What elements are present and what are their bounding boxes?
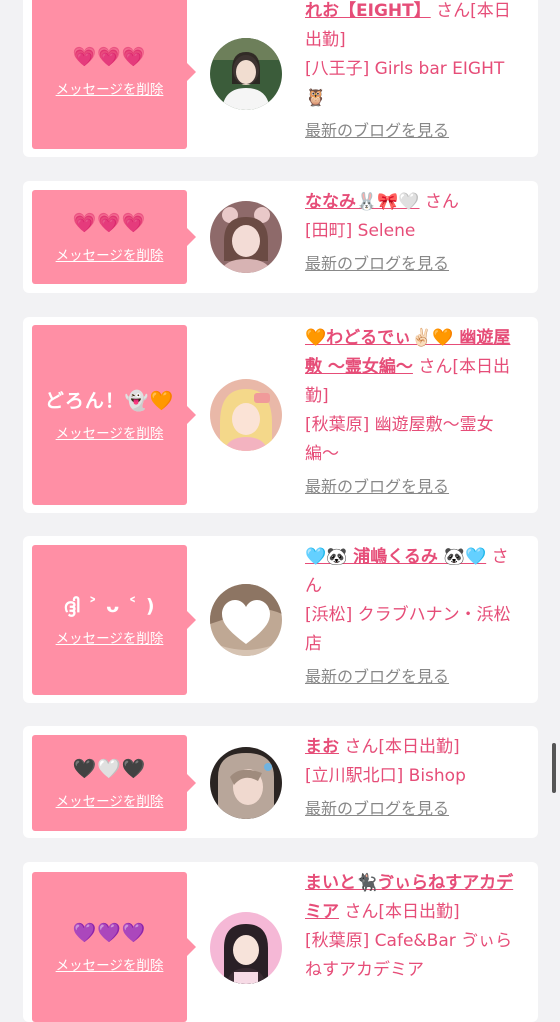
message-bubble: ദ്ദി ˃ ᴗ ˂ ) メッセージを削除 <box>32 545 196 695</box>
cast-name-link[interactable]: 🩵🐼 浦嶋くるみ 🐼🩵 <box>305 547 486 567</box>
latest-blog-link[interactable]: 最新のブログを見る <box>305 252 525 276</box>
latest-blog-link[interactable]: 最新のブログを見る <box>305 797 525 821</box>
message-card: 💗💗💗 メッセージを削除 れお【EIGHT】 さん[本日出勤] [八王子] Gi… <box>23 0 538 157</box>
message-bubble: 💗💗💗 メッセージを削除 <box>32 0 196 149</box>
avatar[interactable] <box>210 201 282 273</box>
shop-label: [八王子] Girls bar EIGHT 🦉 <box>305 59 505 108</box>
cast-info: まお さん[本日出勤] [立川駅北口] Bishop 最新のブログを見る <box>305 733 525 821</box>
avatar[interactable] <box>210 912 282 984</box>
message-bubble: どろん！👻🧡 メッセージを削除 <box>32 325 196 505</box>
cast-info: ななみ🐰🎀🤍 さん [田町] Selene 最新のブログを見る <box>305 188 525 276</box>
message-bubble: 🖤🤍🖤 メッセージを削除 <box>32 735 196 831</box>
message-text: 🖤🤍🖤 <box>72 757 147 780</box>
message-card: 💗💗💗 メッセージを削除 ななみ🐰🎀🤍 さん [田町] Selene 最新のブロ… <box>23 181 538 293</box>
shop-label: [浜松] クラブハナン・浜松店 <box>305 605 511 654</box>
message-bubble: 💗💗💗 メッセージを削除 <box>32 190 196 284</box>
delete-message-link[interactable]: メッセージを削除 <box>56 244 164 264</box>
shop-label: [立川駅北口] Bishop <box>305 766 466 786</box>
message-text: 💗💗💗 <box>72 211 147 234</box>
san-label: さん[本日出勤] <box>344 902 460 922</box>
san-label: さん <box>424 192 459 212</box>
cast-name-link[interactable]: れお【EIGHT】 <box>305 1 431 21</box>
cast-info: れお【EIGHT】 さん[本日出勤] [八王子] Girls bar EIGHT… <box>305 0 525 143</box>
shop-label: [秋葉原] 幽遊屋敷〜霊女編〜 <box>305 415 494 464</box>
message-text: どろん！👻🧡 <box>44 389 175 412</box>
avatar[interactable] <box>210 379 282 451</box>
cast-info: まいと🐈‍⬛ゔぃらねすアカデミア さん[本日出勤] [秋葉原] Cafe&Bar… <box>305 869 525 985</box>
delete-message-link[interactable]: メッセージを削除 <box>56 790 164 810</box>
message-text: 💜💜💜 <box>72 921 147 944</box>
shop-label: [田町] Selene <box>305 221 416 241</box>
delete-message-link[interactable]: メッセージを削除 <box>56 954 164 974</box>
cast-name-link[interactable]: ななみ🐰🎀🤍 <box>305 192 420 212</box>
cast-info: 🩵🐼 浦嶋くるみ 🐼🩵 さん [浜松] クラブハナン・浜松店 最新のブログを見る <box>305 543 525 689</box>
cast-info: 🧡わどるでぃ✌🏻🧡 幽遊屋敷 〜霊女編〜 さん[本日出勤] [秋葉原] 幽遊屋敷… <box>305 324 525 499</box>
avatar[interactable] <box>210 38 282 110</box>
message-card: 🖤🤍🖤 メッセージを削除 まお さん[本日出勤] [立川駅北口] Bishop … <box>23 726 538 838</box>
message-card: 💜💜💜 メッセージを削除 まいと🐈‍⬛ゔぃらねすアカデミア さん[本日出勤] [… <box>23 862 538 1022</box>
message-text: 💗💗💗 <box>72 46 147 68</box>
shop-label: [秋葉原] Cafe&Bar ゔぃらねすアカデミア <box>305 931 513 980</box>
delete-message-link[interactable]: メッセージを削除 <box>56 78 164 98</box>
message-card: どろん！👻🧡 メッセージを削除 🧡わどるでぃ✌🏻🧡 幽遊屋敷 〜霊女編〜 さん[… <box>23 317 538 513</box>
cast-name-link[interactable]: まお <box>305 737 339 757</box>
latest-blog-link[interactable]: 最新のブログを見る <box>305 475 525 499</box>
delete-message-link[interactable]: メッセージを削除 <box>56 627 164 647</box>
avatar[interactable] <box>210 747 282 819</box>
avatar[interactable] <box>210 584 282 656</box>
message-text: ദ്ദി ˃ ᴗ ˂ ) <box>63 594 156 617</box>
message-card: ദ്ദി ˃ ᴗ ˂ ) メッセージを削除 🩵🐼 浦嶋くるみ 🐼🩵 さん [浜松… <box>23 536 538 703</box>
scrollbar[interactable] <box>552 743 556 793</box>
latest-blog-link[interactable]: 最新のブログを見る <box>305 119 525 143</box>
delete-message-link[interactable]: メッセージを削除 <box>56 422 164 442</box>
latest-blog-link[interactable]: 最新のブログを見る <box>305 665 525 689</box>
san-label: さん[本日出勤] <box>344 737 460 757</box>
